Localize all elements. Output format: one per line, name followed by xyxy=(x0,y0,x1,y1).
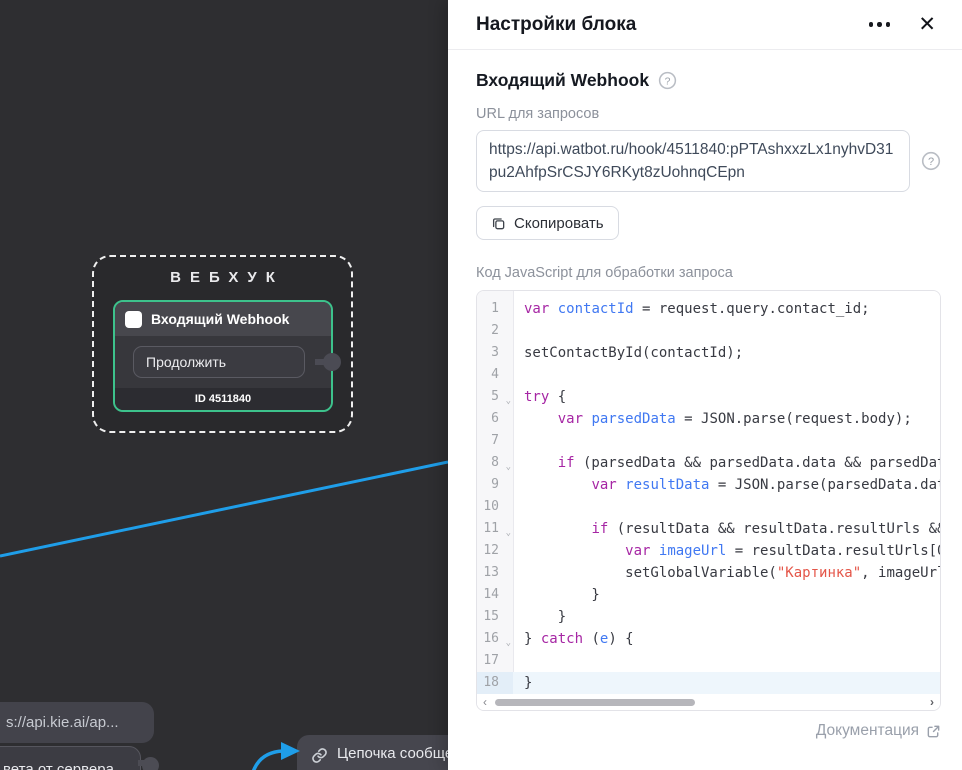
scrollbar-thumb[interactable] xyxy=(495,699,695,706)
code-line-17[interactable]: 17 xyxy=(477,650,940,672)
line-number: 13 xyxy=(477,562,513,584)
line-number: 3 xyxy=(477,342,513,364)
edge-line xyxy=(0,462,448,556)
svg-text:?: ? xyxy=(928,156,934,168)
help-icon[interactable]: ? xyxy=(921,151,941,171)
code-line-2[interactable]: 2 xyxy=(477,320,940,342)
panel-body: Входящий Webhook ? URL для запросов http… xyxy=(448,50,962,770)
output-port[interactable] xyxy=(142,757,159,770)
code-line-13[interactable]: 13 setGlobalVariable("Картинка", imageUr… xyxy=(477,562,940,584)
webhook-node-header[interactable]: Входящий Webhook xyxy=(115,302,331,336)
more-options-button[interactable] xyxy=(863,16,897,33)
line-number: 17 xyxy=(477,650,513,672)
code-label: Код JavaScript для обработки запроса xyxy=(476,265,941,281)
code-line-14[interactable]: 14 } xyxy=(477,584,940,606)
docs-row: Документация xyxy=(476,722,941,740)
flow-canvas[interactable]: ВЕБХУК Входящий Webhook Продолжить ID 45… xyxy=(0,0,448,770)
app-window: ВЕБХУК Входящий Webhook Продолжить ID 45… xyxy=(0,0,962,770)
line-number: 1 xyxy=(477,298,513,320)
link-icon xyxy=(311,747,328,764)
url-label: URL для запросов xyxy=(476,106,941,122)
svg-text:?: ? xyxy=(665,76,671,87)
node-id-badge: ID 4511840 xyxy=(115,388,331,410)
message-chain-label: Цепочка сообщен xyxy=(337,745,448,762)
line-number: 14 xyxy=(477,584,513,606)
line-number: 5⌄ xyxy=(477,386,513,408)
edge-arrow-curve xyxy=(250,751,283,770)
partial-node-server-response[interactable]: вета от сервера xyxy=(0,746,141,770)
code-line-8[interactable]: 8⌄ if (parsedData && parsedData.data && … xyxy=(477,452,940,474)
line-number: 8⌄ xyxy=(477,452,513,474)
panel-header: Настройки блока ✕ xyxy=(448,0,962,50)
webhook-node-title: Входящий Webhook xyxy=(151,311,289,327)
line-number: 18 xyxy=(477,672,513,694)
line-number: 16⌄ xyxy=(477,628,513,650)
partial-node-message-chain[interactable]: Цепочка сообщен xyxy=(297,735,448,770)
line-number: 2 xyxy=(477,320,513,342)
line-number: 7 xyxy=(477,430,513,452)
horizontal-scrollbar[interactable]: ‹ › xyxy=(477,694,940,710)
code-line-9[interactable]: 9 var resultData = JSON.parse(parsedData… xyxy=(477,474,940,496)
webhook-url-input[interactable]: https://api.watbot.ru/hook/4511840:pPTAs… xyxy=(476,130,910,192)
line-number: 12 xyxy=(477,540,513,562)
documentation-link[interactable]: Документация xyxy=(816,722,941,740)
code-line-6[interactable]: 6 var parsedData = JSON.parse(request.bo… xyxy=(477,408,940,430)
panel-title: Настройки блока xyxy=(476,14,863,36)
code-line-7[interactable]: 7 xyxy=(477,430,940,452)
close-icon[interactable]: ✕ xyxy=(918,14,936,35)
output-port[interactable] xyxy=(323,353,341,371)
group-title: ВЕБХУК xyxy=(94,269,351,286)
code-line-18[interactable]: 18} xyxy=(477,672,940,694)
line-number: 6 xyxy=(477,408,513,430)
node-checkbox-icon[interactable] xyxy=(125,311,142,328)
code-line-5[interactable]: 5⌄try { xyxy=(477,386,940,408)
help-icon[interactable]: ? xyxy=(658,71,677,90)
scroll-left-icon[interactable]: ‹ xyxy=(483,696,487,708)
partial-node-api-url[interactable]: s://api.kie.ai/ap... xyxy=(0,702,154,743)
webhook-node-body: Продолжить xyxy=(115,336,331,388)
line-number: 11⌄ xyxy=(477,518,513,540)
line-number: 15 xyxy=(477,606,513,628)
documentation-label: Документация xyxy=(816,722,919,740)
webhook-node[interactable]: Входящий Webhook Продолжить ID 4511840 xyxy=(113,300,333,412)
code-line-10[interactable]: 10 xyxy=(477,496,940,518)
line-number: 10 xyxy=(477,496,513,518)
code-line-16[interactable]: 16⌄} catch (e) { xyxy=(477,628,940,650)
block-type-title: Входящий Webhook xyxy=(476,70,649,91)
scroll-right-icon[interactable]: › xyxy=(930,696,934,708)
copy-icon xyxy=(491,216,506,231)
code-line-3[interactable]: 3setContactById(contactId); xyxy=(477,342,940,364)
line-number: 9 xyxy=(477,474,513,496)
code-line-15[interactable]: 15 } xyxy=(477,606,940,628)
code-editor[interactable]: 1var contactId = request.query.contact_i… xyxy=(476,290,941,711)
code-line-11[interactable]: 11⌄ if (resultData && resultData.resultU… xyxy=(477,518,940,540)
code-editor-lines[interactable]: 1var contactId = request.query.contact_i… xyxy=(477,291,940,694)
external-link-icon xyxy=(926,724,941,739)
settings-panel: Настройки блока ✕ Входящий Webhook ? URL… xyxy=(448,0,962,770)
continue-button[interactable]: Продолжить xyxy=(133,346,305,378)
copy-button[interactable]: Скопировать xyxy=(476,206,619,240)
copy-button-label: Скопировать xyxy=(514,215,604,232)
code-line-12[interactable]: 12 var imageUrl = resultData.resultUrls[… xyxy=(477,540,940,562)
code-line-4[interactable]: 4 xyxy=(477,364,940,386)
code-line-1[interactable]: 1var contactId = request.query.contact_i… xyxy=(477,298,940,320)
line-number: 4 xyxy=(477,364,513,386)
